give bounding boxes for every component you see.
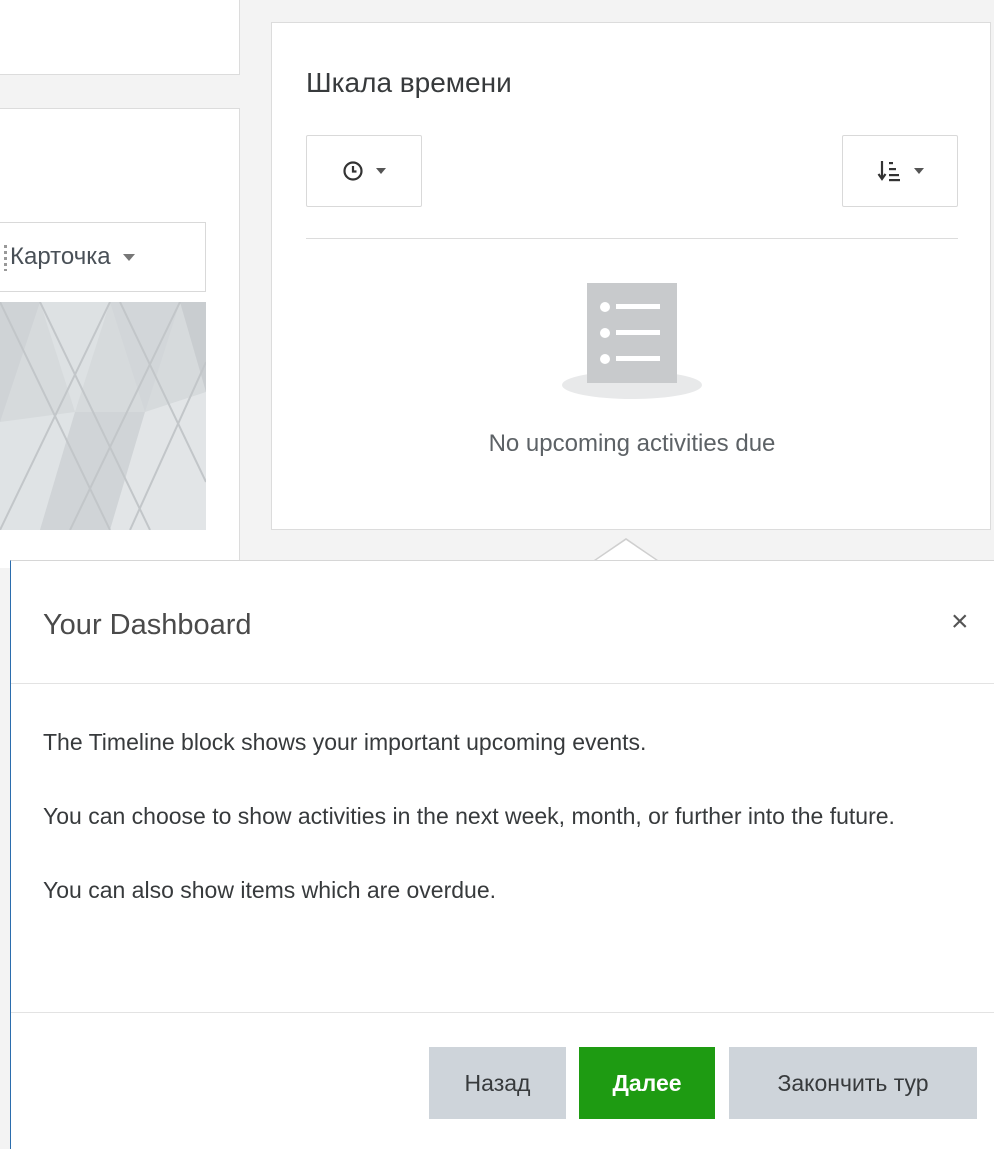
time-filter-button[interactable] — [306, 135, 422, 207]
popover-arrow-fill — [595, 540, 657, 561]
popover-footer-divider — [11, 1012, 994, 1013]
end-tour-button[interactable]: Закончить тур — [729, 1047, 977, 1119]
tour-paragraph: The Timeline block shows your important … — [43, 729, 647, 755]
back-button[interactable]: Назад — [429, 1047, 566, 1119]
left-block-top — [0, 0, 240, 75]
tour-body: The Timeline block shows your important … — [43, 723, 983, 945]
course-pattern-image — [0, 302, 206, 530]
grid-icon — [4, 245, 7, 271]
tour-popover: Your Dashboard × The Timeline block show… — [10, 560, 994, 1149]
popover-header-divider — [11, 683, 994, 684]
view-selector-button[interactable]: Карточка — [0, 222, 206, 292]
course-card-image[interactable] — [0, 302, 206, 530]
chevron-down-icon — [376, 168, 386, 174]
sort-button[interactable] — [842, 135, 958, 207]
timeline-block: Шкала времени No upcoming activities due — [271, 22, 991, 530]
tour-paragraph: You can also show items which are overdu… — [43, 877, 497, 903]
empty-list-icon — [562, 283, 702, 399]
empty-state-message: No upcoming activities due — [488, 430, 776, 457]
chevron-down-icon — [122, 253, 135, 261]
sort-icon — [877, 161, 900, 182]
next-button[interactable]: Далее — [579, 1047, 715, 1119]
tour-title: Your Dashboard — [43, 609, 252, 641]
clock-icon — [343, 161, 363, 181]
timeline-divider — [306, 238, 958, 239]
close-icon[interactable]: × — [951, 607, 969, 637]
tour-paragraph: You can choose to show activities in the… — [43, 803, 895, 829]
timeline-title: Шкала времени — [306, 67, 512, 98]
view-selector-label: Карточка — [10, 243, 111, 270]
chevron-down-icon — [914, 168, 924, 174]
